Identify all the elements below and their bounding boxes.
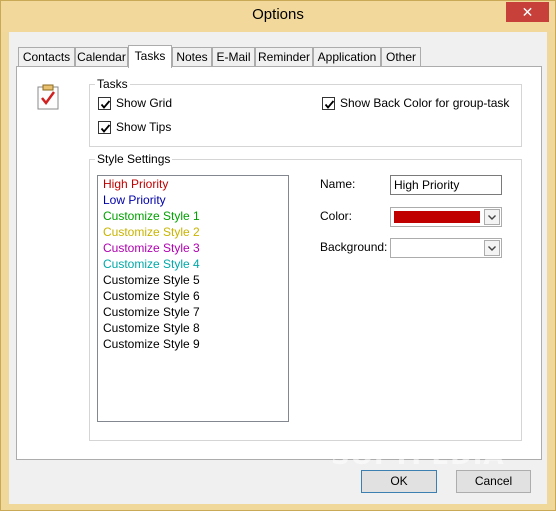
show-grid-checkbox-row[interactable]: Show Grid xyxy=(98,95,172,111)
chevron-down-icon[interactable] xyxy=(484,240,500,256)
background-swatch xyxy=(394,242,480,254)
clipboard-check-icon xyxy=(37,84,59,110)
show-tips-label: Show Tips xyxy=(116,120,172,134)
show-grid-label: Show Grid xyxy=(116,96,173,110)
list-item[interactable]: Customize Style 4 xyxy=(98,256,288,272)
close-icon: ✕ xyxy=(521,4,534,20)
tab-other[interactable]: Other xyxy=(381,47,421,67)
list-item[interactable]: Customize Style 3 xyxy=(98,240,288,256)
cancel-button[interactable]: Cancel xyxy=(456,470,531,493)
options-window: Options ✕ Contacts Calendar Tasks Notes … xyxy=(0,0,556,511)
list-item[interactable]: Customize Style 5 xyxy=(98,272,288,288)
background-label: Background: xyxy=(320,240,388,254)
window-title: Options xyxy=(252,6,304,23)
list-item[interactable]: Customize Style 9 xyxy=(98,336,288,352)
tab-notes[interactable]: Notes xyxy=(172,47,212,67)
chevron-down-icon[interactable] xyxy=(484,209,500,225)
show-back-color-label: Show Back Color for group-task xyxy=(340,96,510,110)
style-listbox[interactable]: High Priority Low Priority Customize Sty… xyxy=(97,175,289,422)
tab-email[interactable]: E-Mail xyxy=(212,47,255,67)
color-label: Color: xyxy=(320,209,353,223)
name-label: Name: xyxy=(320,177,356,191)
list-item[interactable]: Customize Style 6 xyxy=(98,288,288,304)
show-back-color-checkbox-row[interactable]: Show Back Color for group-task xyxy=(322,95,509,111)
checkmark-icon xyxy=(324,99,335,109)
show-tips-checkbox[interactable] xyxy=(98,120,111,134)
dialog-client-area: Contacts Calendar Tasks Notes E-Mail Rem… xyxy=(9,32,547,504)
tasks-tab-panel: Tasks Show Grid Show Tips Show Back Colo… xyxy=(16,66,542,460)
tab-calendar[interactable]: Calendar xyxy=(75,47,128,67)
list-item[interactable]: High Priority xyxy=(98,176,288,192)
name-field-value: High Priority xyxy=(394,178,460,192)
checkmark-icon xyxy=(100,99,111,109)
tab-contacts[interactable]: Contacts xyxy=(18,47,75,67)
title-bar[interactable]: Options ✕ xyxy=(1,1,555,32)
tasks-group-legend: Tasks xyxy=(95,77,130,91)
list-item[interactable]: Low Priority xyxy=(98,192,288,208)
list-item[interactable]: Customize Style 2 xyxy=(98,224,288,240)
show-tips-checkbox-row[interactable]: Show Tips xyxy=(98,119,171,135)
list-item[interactable]: Customize Style 8 xyxy=(98,320,288,336)
ok-button[interactable]: OK xyxy=(361,470,437,493)
list-item[interactable]: Customize Style 7 xyxy=(98,304,288,320)
show-grid-checkbox[interactable] xyxy=(98,96,111,110)
show-back-color-checkbox[interactable] xyxy=(322,96,335,110)
color-dropdown[interactable] xyxy=(390,207,502,227)
style-settings-group: Style Settings High Priority Low Priorit… xyxy=(89,152,522,441)
close-button[interactable]: ✕ xyxy=(506,2,549,22)
tab-application[interactable]: Application xyxy=(313,47,381,67)
color-swatch xyxy=(394,211,480,223)
list-item[interactable]: Customize Style 1 xyxy=(98,208,288,224)
tab-tasks[interactable]: Tasks xyxy=(128,45,172,68)
tab-reminder[interactable]: Reminder xyxy=(255,47,313,67)
watermark-text: SOFTPEDIA xyxy=(331,441,505,471)
checkmark-icon xyxy=(100,123,111,133)
style-settings-legend: Style Settings xyxy=(95,152,173,166)
tasks-group: Tasks Show Grid Show Tips Show Back Colo… xyxy=(89,77,522,147)
name-field[interactable]: High Priority xyxy=(390,175,502,195)
background-dropdown[interactable] xyxy=(390,238,502,258)
